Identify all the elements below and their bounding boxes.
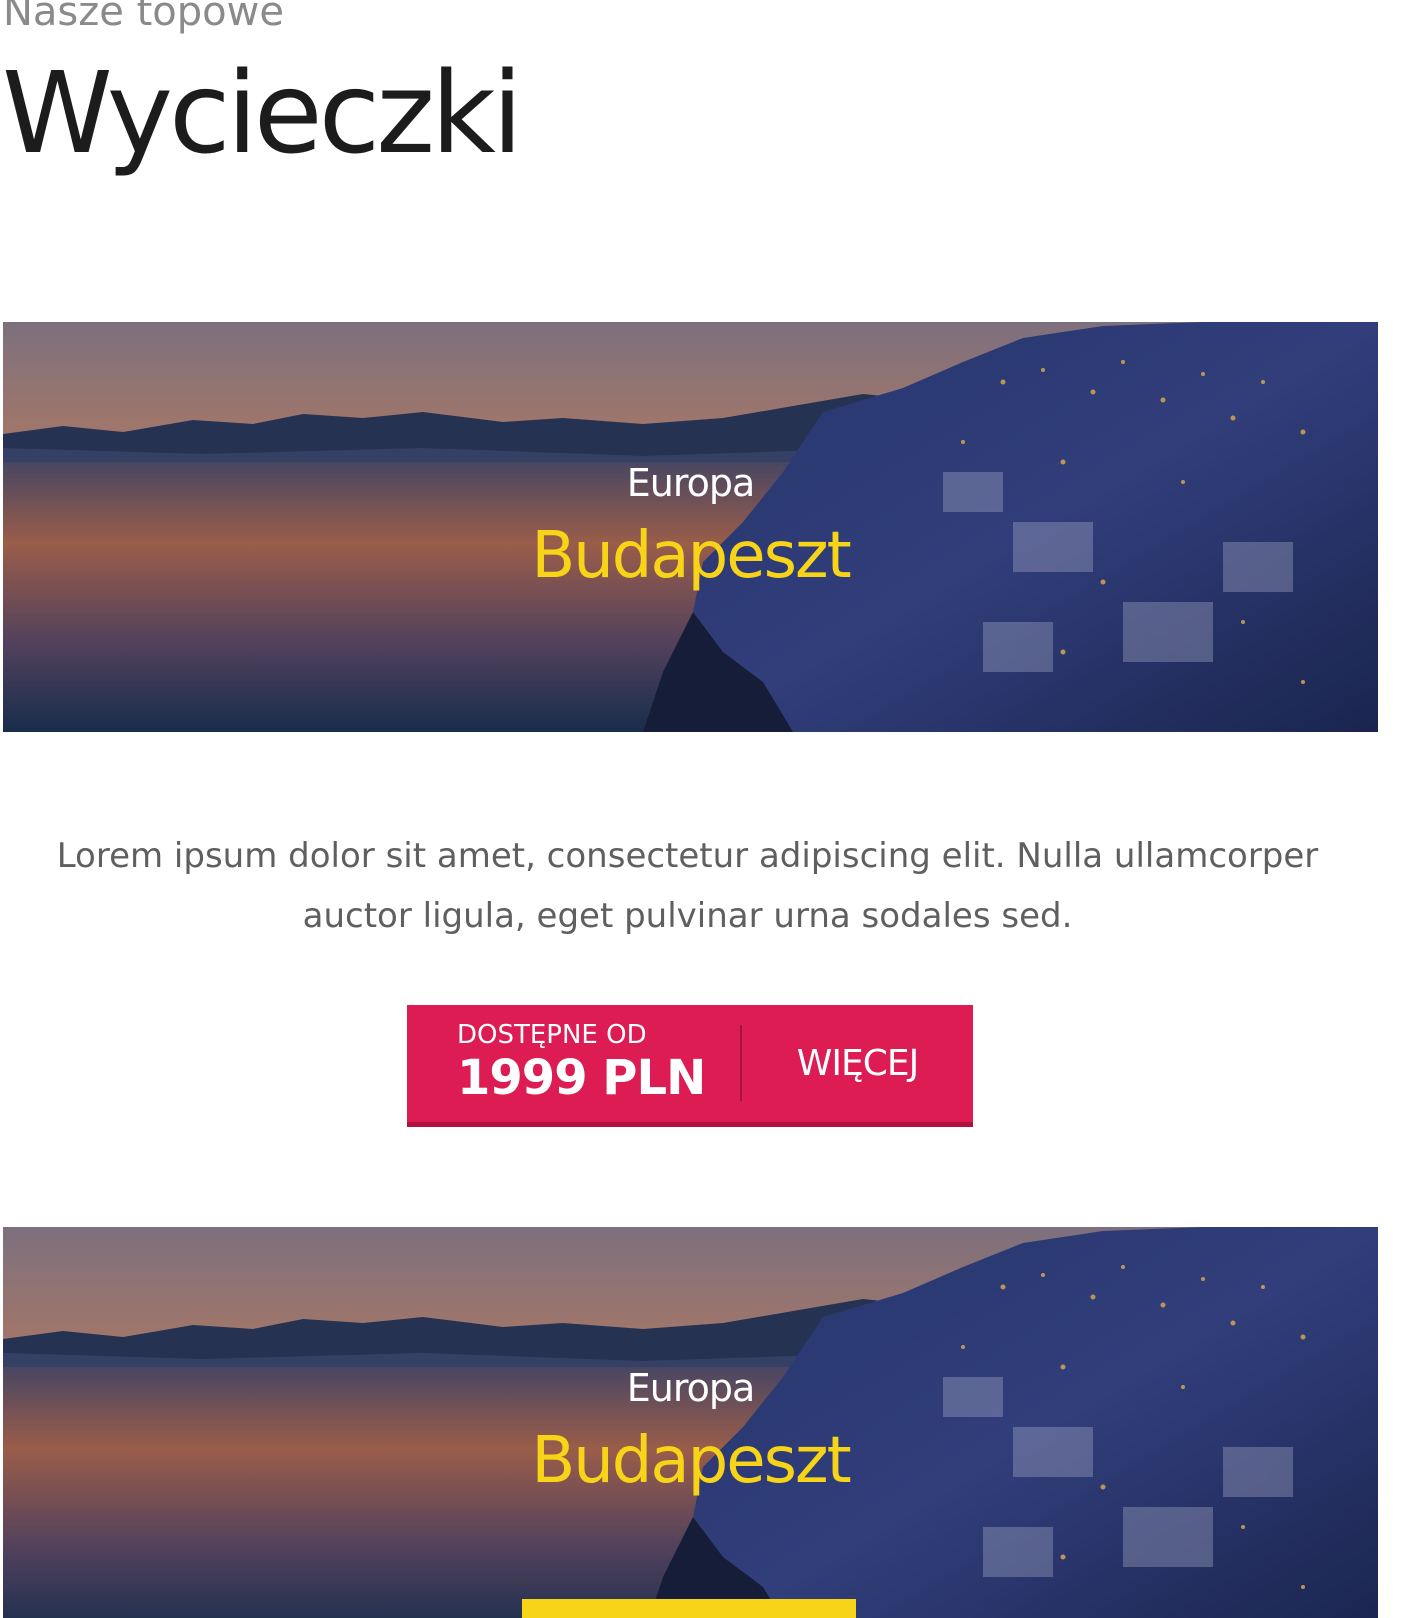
tour-description-line: Lorem ipsum dolor sit amet, consectetur … <box>56 836 1319 876</box>
tour-description-line: auctor ligula, eget pulvinar urna sodale… <box>302 896 1073 936</box>
price-value: 1999 PLN <box>457 1050 706 1106</box>
tour-banner[interactable]: Europa Budapeszt <box>3 322 1378 732</box>
section-subtitle: Nasze topowe <box>3 0 284 35</box>
tour-region: Europa <box>626 461 756 505</box>
tour-description: Lorem ipsum dolor sit amet, consectetur … <box>0 826 1375 946</box>
section-title: Wycieczki <box>2 49 523 179</box>
page: Nasze topowe Wycieczki Europa Budapeszt … <box>0 0 1405 1618</box>
tour-banner[interactable]: Europa Budapeszt <box>3 1227 1378 1618</box>
price-block: DOSTĘPNE OD 1999 PLN <box>457 1019 706 1106</box>
tour-cta-button-partial[interactable] <box>522 1599 856 1618</box>
tour-city: Budapeszt <box>531 519 851 593</box>
available-from-label: DOSTĘPNE OD <box>457 1020 647 1050</box>
tour-city: Budapeszt <box>531 1424 851 1498</box>
tour-region: Europa <box>626 1366 756 1410</box>
more-button[interactable]: WIĘCEJ <box>742 1005 973 1122</box>
tour-cta-button[interactable]: DOSTĘPNE OD 1999 PLN WIĘCEJ <box>407 1005 973 1127</box>
